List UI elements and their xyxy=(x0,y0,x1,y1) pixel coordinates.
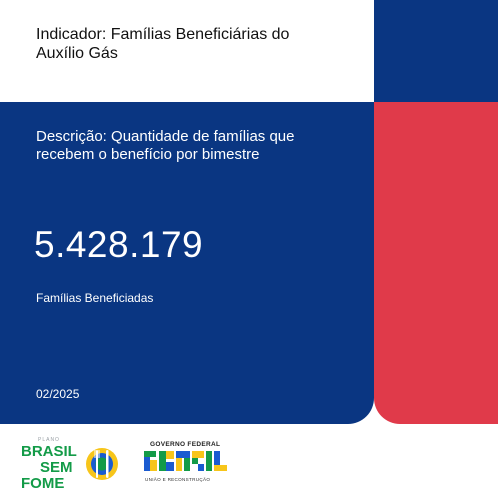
bsf-logo-line3: FOME xyxy=(21,475,64,492)
indicator-card: Descrição: Quantidade de famílias que re… xyxy=(0,102,374,424)
bsf-logo-line2: SEM xyxy=(40,459,73,476)
brasil-blocks-wordmark xyxy=(144,451,227,471)
plate-cutlery-icon xyxy=(86,448,118,480)
decorative-red-stripe xyxy=(374,102,498,424)
indicator-period: 02/2025 xyxy=(36,387,80,401)
indicator-value-label: Famílias Beneficiadas xyxy=(36,291,154,305)
indicator-value: 5.428.179 xyxy=(34,224,204,265)
brasil-sem-fome-logo: PLANO BRASIL SEM FOME xyxy=(21,437,118,492)
indicator-description: Descrição: Quantidade de famílias que re… xyxy=(36,128,295,163)
governo-federal-logo: GOVERNO FEDERAL UNIÃO E RECONSTRUÇÃO xyxy=(144,441,227,482)
decorative-blue-stripe xyxy=(374,0,498,102)
indicator-title: Indicador: Famílias Beneficiárias do Aux… xyxy=(36,26,290,62)
gov-logo-line1: GOVERNO FEDERAL xyxy=(150,441,220,448)
gov-logo-line3: UNIÃO E RECONSTRUÇÃO xyxy=(145,476,210,482)
bsf-logo-line1: BRASIL xyxy=(21,443,77,460)
